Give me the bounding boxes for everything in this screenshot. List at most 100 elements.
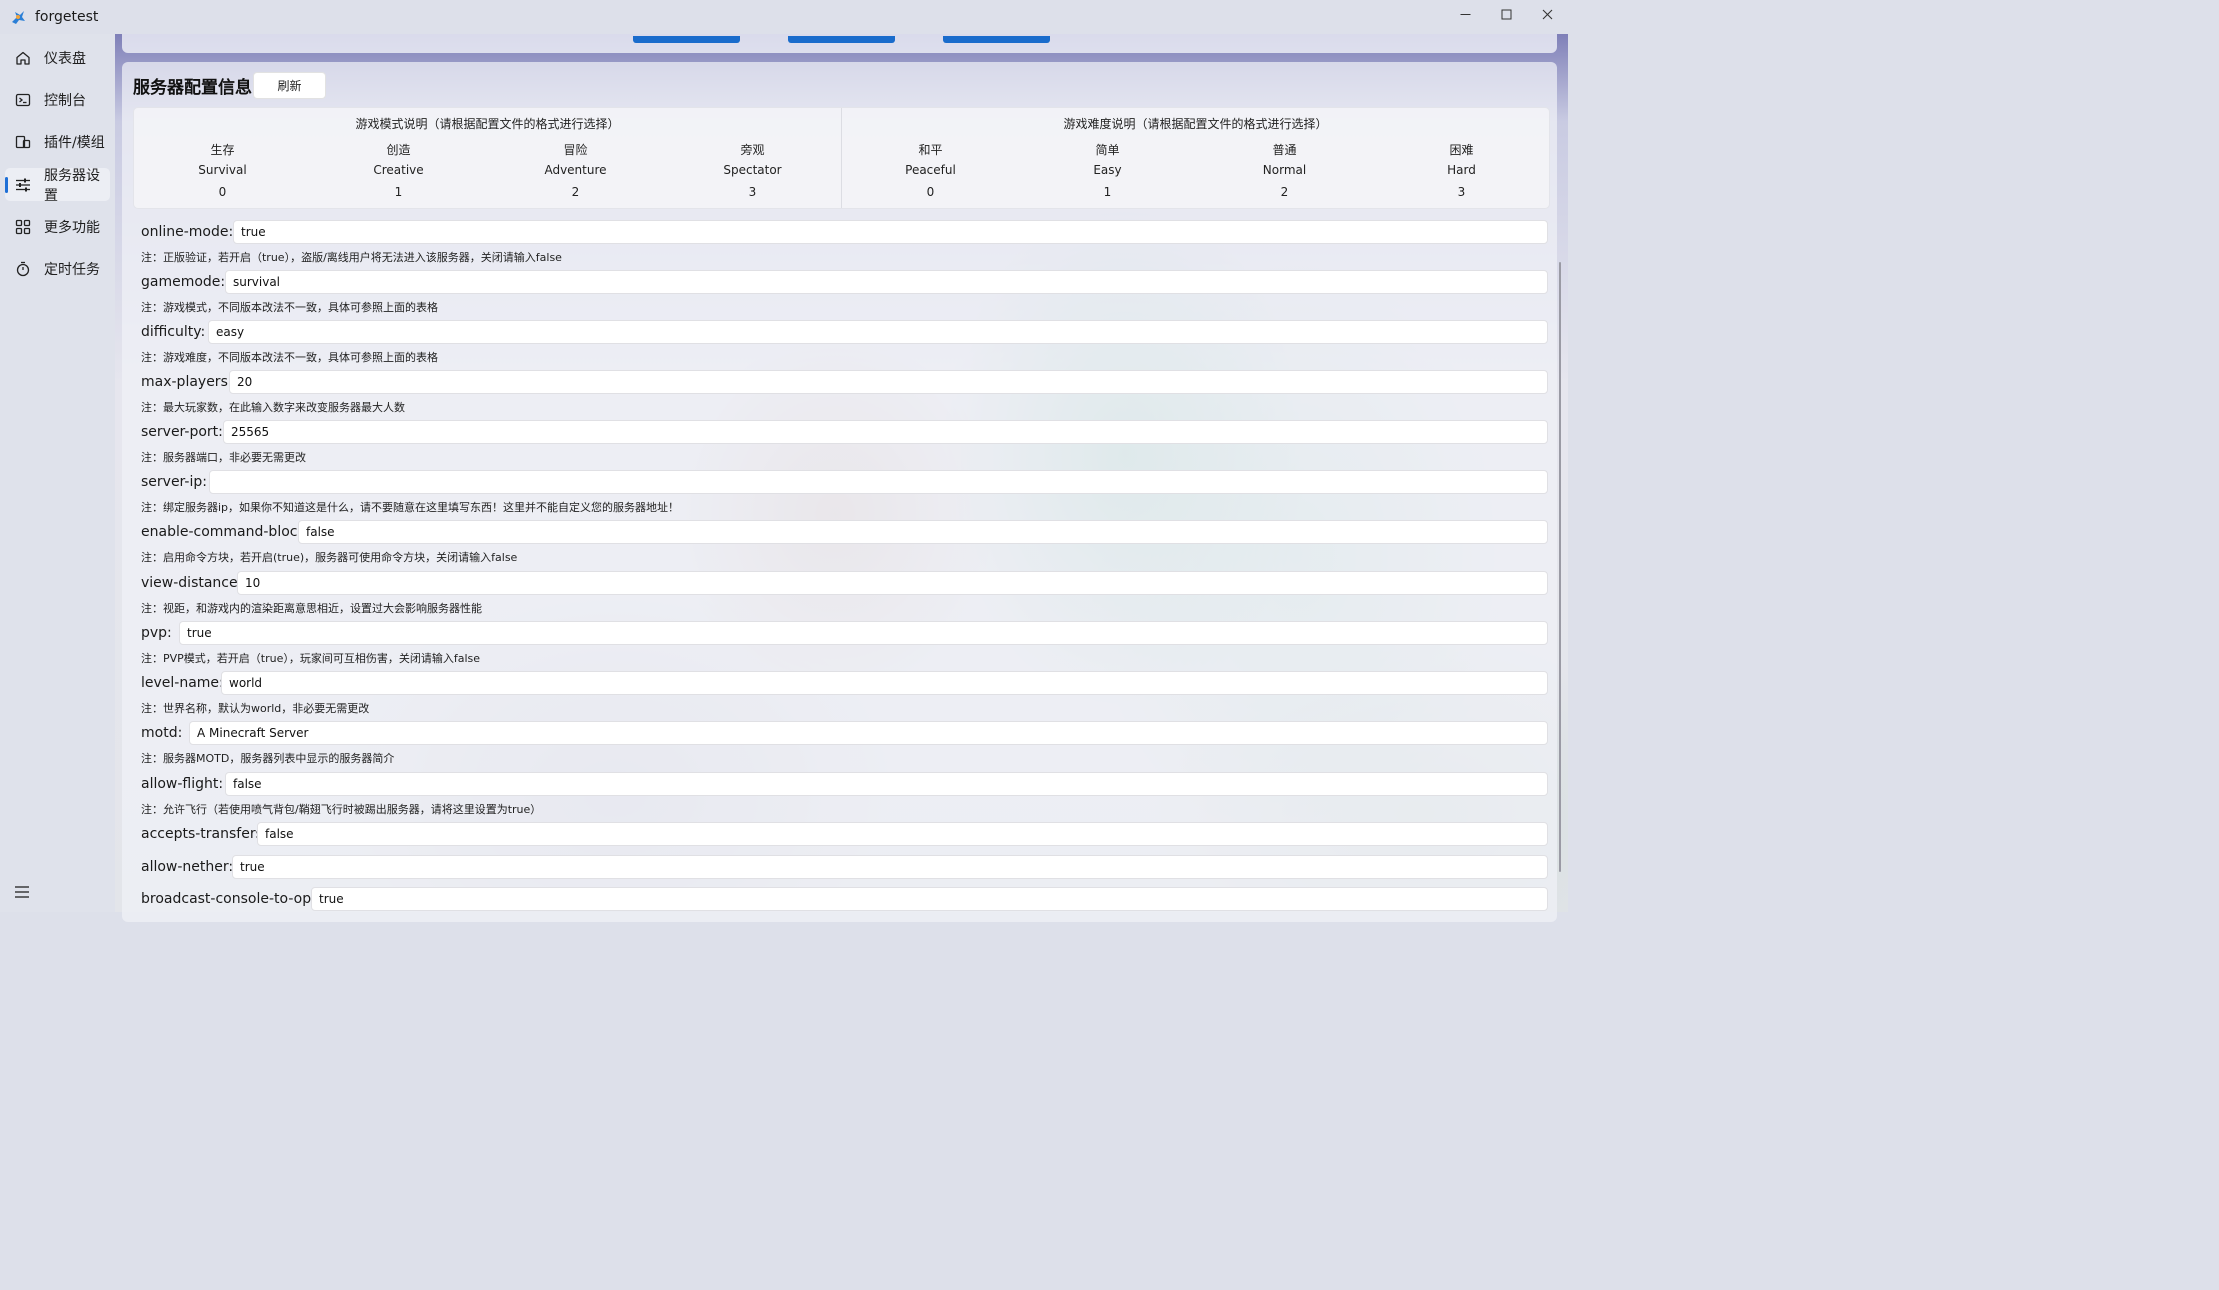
difficulty-en: Peaceful [905,163,956,177]
field-label-allow-nether: allow-nether: [141,859,234,875]
sidebar-item-scheduled-tasks[interactable]: 定时任务 [5,252,110,285]
field-note-gamemode: 注：游戏模式，不同版本改法不一致，具体可参照上面的表格 [141,301,438,314]
difficulty-cn: 困难 [1449,143,1474,157]
sidebar-item-label: 服务器设置 [44,167,100,204]
sidebar-item-console[interactable]: 控制台 [5,83,110,116]
gamemode-en: Spectator [723,163,782,177]
field-label-level-name: level-name: [141,675,224,691]
gamemode-cn: 旁观 [740,143,765,157]
maximize-icon [1501,9,1512,19]
sidebar-item-label: 定时任务 [44,261,100,278]
enable-command-block-input[interactable] [298,520,1548,544]
timer-icon [16,261,30,276]
field-label-server-ip: server-ip: [141,474,207,490]
server-ip-input[interactable] [209,470,1548,494]
minimize-icon [1460,13,1471,15]
max-players-input[interactable] [229,370,1548,394]
difficulty-cn: 普通 [1272,143,1297,157]
gamemode-cn: 冒险 [563,143,588,157]
field-label-motd: motd: [141,725,183,741]
top-action-button-1[interactable] [633,36,740,43]
close-button[interactable] [1527,0,1568,28]
field-label-enable-command-block: enable-command-block: [141,524,311,540]
field-label-server-port: server-port: [141,424,223,440]
difficulty-en: Normal [1262,163,1307,177]
difficulty-num: 0 [926,185,935,199]
title-bar: forgetest [0,0,1568,34]
gamemode-cn: 生存 [210,143,235,157]
gamemode-num: 0 [218,185,227,199]
sidebar-item-label: 插件/模组 [44,134,105,151]
allow-flight-input[interactable] [225,772,1548,796]
gamemode-input[interactable] [225,270,1548,294]
top-action-button-2[interactable] [788,36,895,43]
server-port-input[interactable] [223,420,1548,444]
level-name-input[interactable] [221,671,1548,695]
sidebar-item-plugins[interactable]: 插件/模组 [5,125,110,158]
gamemode-table: 游戏模式说明（请根据配置文件的格式进行选择） 生存 Survival 0 创造 … [134,108,842,208]
field-label-pvp: pvp: [141,625,172,641]
plugin-icon [15,135,31,148]
field-label-view-distance: view-distance: [141,575,243,591]
terminal-icon [15,93,31,106]
maximize-button[interactable] [1486,0,1527,28]
app-icon [12,11,25,24]
difficulty-en: Hard [1447,163,1476,177]
field-note-server-ip: 注：绑定服务器ip，如果你不知道这是什么，请不要随意在这里填写东西！这里并不能自… [141,501,680,514]
difficulty-table: 游戏难度说明（请根据配置文件的格式进行选择） 和平 Peaceful 0 简单 … [842,108,1549,208]
field-note-enable-command-block: 注：启用命令方块，若开启(true)，服务器可使用命令方块，关闭请输入false [141,551,518,564]
field-label-accepts-transfers: accepts-transfers: [141,826,268,842]
field-note-motd: 注：服务器MOTD，服务器列表中显示的服务器简介 [141,752,395,765]
pvp-input[interactable] [179,621,1548,645]
gamemode-cn: 创造 [386,143,411,157]
sidebar-item-label: 仪表盘 [44,50,86,67]
home-icon [16,51,30,65]
field-note-allow-flight: 注：允许飞行（若使用喷气背包/鞘翅飞行时被踢出服务器，请将这里设置为true） [141,803,542,816]
gamemode-table-header: 游戏模式说明（请根据配置文件的格式进行选择） [355,117,620,131]
sidebar-item-label: 控制台 [44,92,86,109]
gamemode-en: Creative [373,163,424,177]
sidebar-item-more-features[interactable]: 更多功能 [5,210,110,243]
view-distance-input[interactable] [237,571,1548,595]
sidebar-item-server-settings[interactable]: 服务器设置 [5,168,110,204]
difficulty-cn: 和平 [918,143,943,157]
difficulty-num: 1 [1103,185,1112,199]
sidebar: 仪表盘 控制台 插件/模组 服务器设置 更多功能 定时任务 [0,34,115,912]
motd-input[interactable] [189,721,1548,745]
gamemode-num: 2 [571,185,580,199]
gamemode-en: Survival [198,163,247,177]
difficulty-en: Easy [1093,163,1122,177]
field-label-max-players: max-players: [141,374,233,390]
minimize-button[interactable] [1445,0,1486,28]
difficulty-table-header: 游戏难度说明（请根据配置文件的格式进行选择） [1063,117,1328,131]
gamemode-num: 3 [748,185,757,199]
field-label-broadcast-console-to-ops: broadcast-console-to-ops: [141,891,324,907]
online-mode-input[interactable] [233,220,1548,244]
gamemode-num: 1 [394,185,403,199]
field-note-server-port: 注：服务器端口，非必要无需更改 [141,451,306,464]
hamburger-menu-icon[interactable] [14,884,30,900]
field-note-online-mode: 注：正版验证，若开启（true），盗版/离线用户将无法进入该服务器，关闭请输入f… [141,251,562,264]
allow-nether-input[interactable] [232,855,1548,879]
window-title: forgetest [35,9,99,25]
difficulty-num: 2 [1280,185,1289,199]
top-action-button-3[interactable] [943,36,1050,43]
field-label-difficulty: difficulty: [141,324,206,340]
field-note-view-distance: 注：视距，和游戏内的渲染距离意思相近，设置过大会影响服务器性能 [141,602,482,615]
gamemode-en: Adventure [544,163,607,177]
field-label-online-mode: online-mode: [141,224,234,240]
refresh-button[interactable]: 刷新 [253,72,326,99]
difficulty-num: 3 [1457,185,1466,199]
sidebar-item-label: 更多功能 [44,219,100,236]
field-note-pvp: 注：PVP模式，若开启（true），玩家间可互相伤害，关闭请输入false [141,652,481,665]
field-note-level-name: 注：世界名称，默认为world，非必要无需更改 [141,702,370,715]
section-title: 服务器配置信息 [133,78,252,98]
close-icon [1542,9,1553,19]
vertical-scrollbar[interactable] [1559,262,1561,872]
accepts-transfers-input[interactable] [257,822,1548,846]
sidebar-item-dashboard[interactable]: 仪表盘 [5,41,110,74]
difficulty-input[interactable] [208,320,1548,344]
field-label-allow-flight: allow-flight: [141,776,224,792]
broadcast-console-to-ops-input[interactable] [311,887,1548,911]
field-note-max-players: 注：最大玩家数，在此输入数字来改变服务器最大人数 [141,401,405,414]
